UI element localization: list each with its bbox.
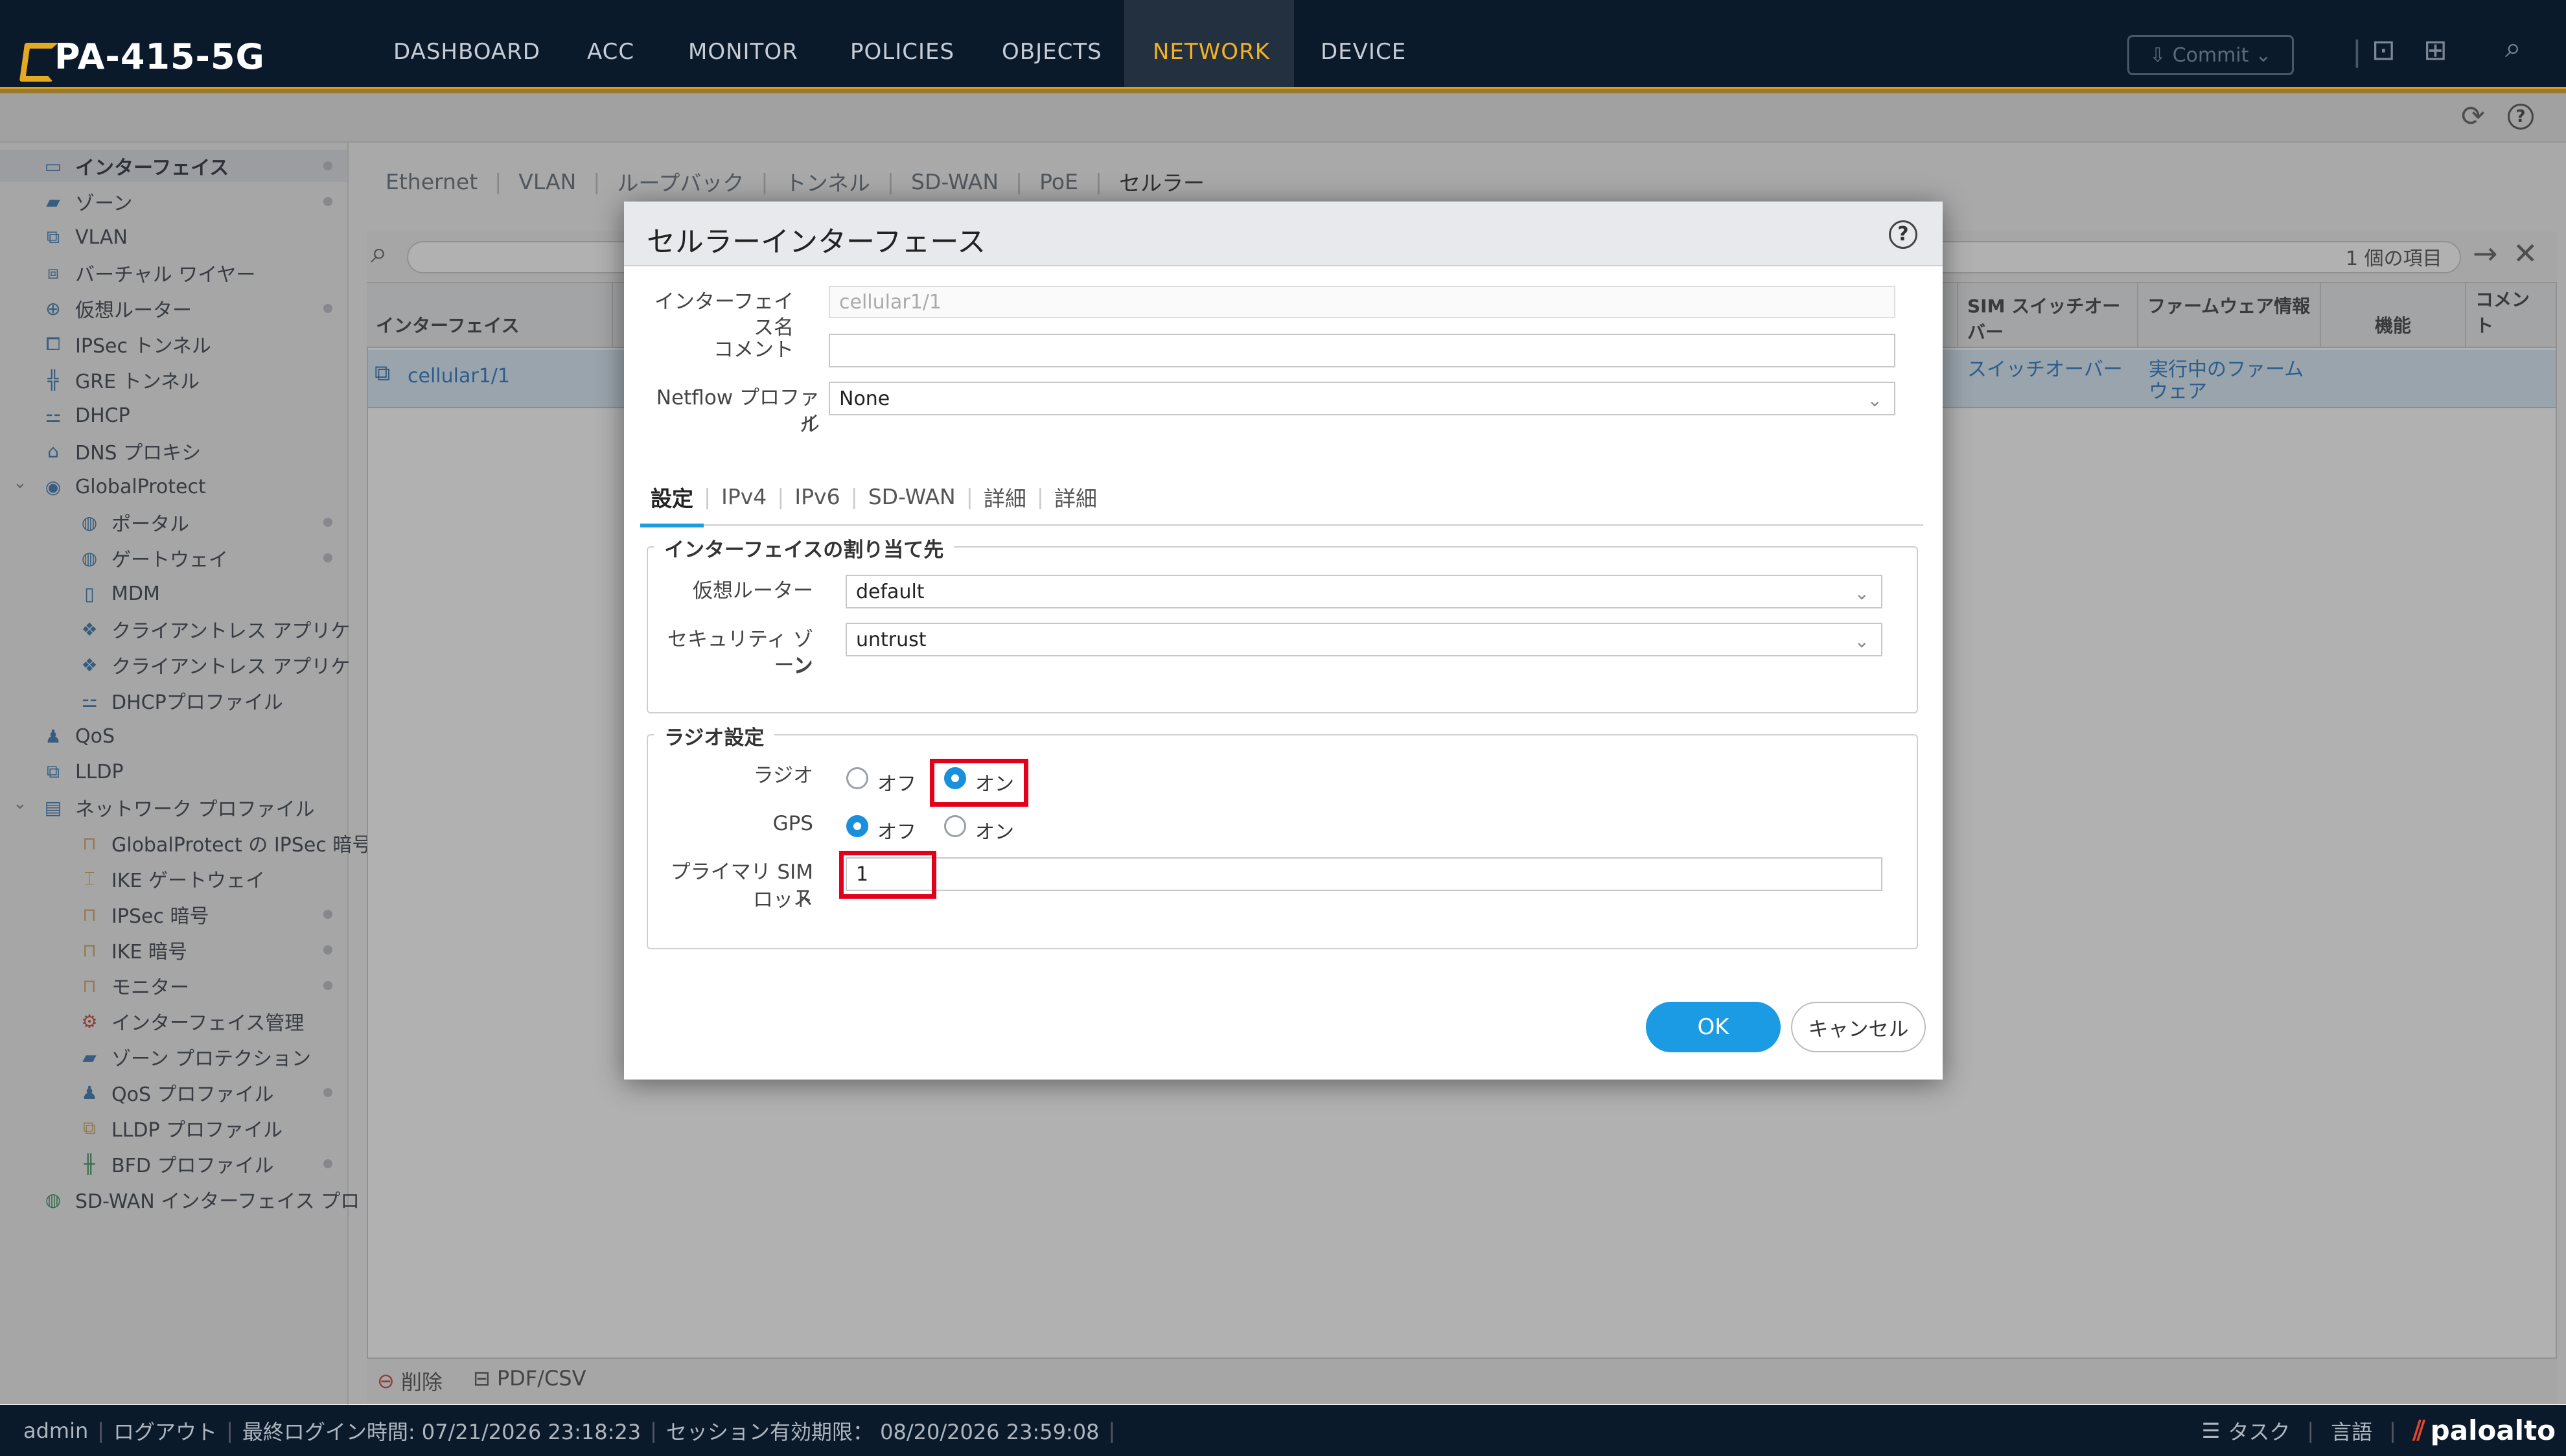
interface-assignment-title: インターフェイスの割り当て先 [654,533,954,562]
chevron-down-icon: ⌄ [1867,389,1882,411]
nav-policies[interactable]: POLICIES [850,39,954,65]
radio-label: ラジオ [753,764,813,787]
chevron-down-icon: ⌄ [1854,583,1869,604]
netflow-profile-select[interactable]: None ⌄ [829,382,1895,415]
status-bar: admin | ログアウト | 最終ログイン時間: 07/21/2026 23:… [0,1405,2566,1456]
netflow-profile-label-cont: ル [800,413,820,437]
primary-sim-slot-input[interactable]: 1 [846,857,1882,891]
security-zone-label-cont: ン [793,655,813,678]
paloalto-logo-icon [19,39,49,74]
tab-ipv6[interactable]: IPv6 [784,468,850,526]
logout-link[interactable]: ログアウト [113,1416,217,1446]
device-name: PA-415-5G [54,36,265,77]
gps-off-button[interactable] [846,815,868,837]
nav-device[interactable]: DEVICE [1321,39,1406,65]
gps-label: GPS [772,812,813,835]
virtual-router-select[interactable]: default ⌄ [846,575,1882,608]
session-expiry: セッション有効期限： 08/20/2026 23:59:08 [665,1419,1100,1444]
interface-name-field: cellular1/1 [829,286,1895,318]
device-logo[interactable]: PA-415-5G [19,34,265,79]
help-icon[interactable]: ? [1889,220,1917,249]
username: admin [23,1418,89,1443]
divider: | [2352,35,2362,68]
virtual-router-label: 仮想ルーター [693,579,813,603]
comment-input[interactable] [829,334,1895,367]
radio-off-button[interactable] [846,767,868,789]
nav-objects[interactable]: OBJECTS [1002,39,1102,65]
language-button[interactable]: 言語 [2331,1416,2372,1446]
commit-button[interactable]: ⇩ Commit ⌄ [2127,35,2294,75]
tasks-button[interactable]: ☰ タスク [2202,1416,2291,1446]
highlight-box [930,759,1028,807]
dialog-tabs: 設定 | IPv4 | IPv6 | SD-WAN | 詳細 | 詳細 [640,468,1923,527]
nav-acc[interactable]: ACC [587,39,634,65]
dialog-title: セルラーインターフェース [647,225,986,259]
commit-label: Commit [2172,43,2249,67]
paloalto-mark-icon: ⫽ [2412,1414,2425,1446]
radio-settings-group [647,734,1918,949]
save-config-icon[interactable]: ⊞ [2423,34,2447,67]
search-icon[interactable]: ⌕ [2505,31,2521,64]
radio-off-option[interactable]: オフ [846,767,916,796]
interface-name-label: インターフェイス名 [654,290,794,340]
commit-icon: ⇩ [2149,43,2166,67]
radio-settings-title: ラジオ設定 [654,721,775,750]
last-login-time: 最終ログイン時間: 07/21/2026 23:18:23 [242,1419,642,1444]
paloalto-brand: ⫽ paloalto [2412,1414,2556,1447]
tab-details[interactable]: 詳細 [1044,468,1107,526]
gps-off-option[interactable]: オフ [846,815,916,844]
nav-dashboard[interactable]: DASHBOARD [393,39,540,65]
chevron-down-icon: ⌄ [1854,630,1869,652]
tab-sdwan[interactable]: SD-WAN [858,468,966,526]
primary-sim-slot-label-cont: ロット [753,888,813,912]
config-lock-icon[interactable]: ⊡ [2372,34,2396,67]
comment-label: コメント [713,338,794,362]
chevron-down-icon: ⌄ [2255,43,2272,67]
ok-button[interactable]: OK [1646,1002,1781,1052]
tab-config[interactable]: 設定 [640,468,704,527]
nav-network[interactable]: NETWORK [1153,39,1270,65]
nav-monitor[interactable]: MONITOR [688,39,798,65]
tab-ipv4[interactable]: IPv4 [711,468,777,526]
gps-on-button[interactable] [944,815,966,837]
cancel-button[interactable]: キャンセル [1791,1002,1926,1052]
tasks-icon: ☰ [2201,1418,2221,1443]
security-zone-select[interactable]: untrust ⌄ [846,623,1882,656]
cellular-interface-dialog: セルラーインターフェース ? インターフェイス名 cellular1/1 コメン… [624,202,1943,1080]
tab-advanced[interactable]: 詳細 [973,468,1037,526]
highlight-box [839,851,936,899]
gps-on-option[interactable]: オン [944,815,1014,844]
